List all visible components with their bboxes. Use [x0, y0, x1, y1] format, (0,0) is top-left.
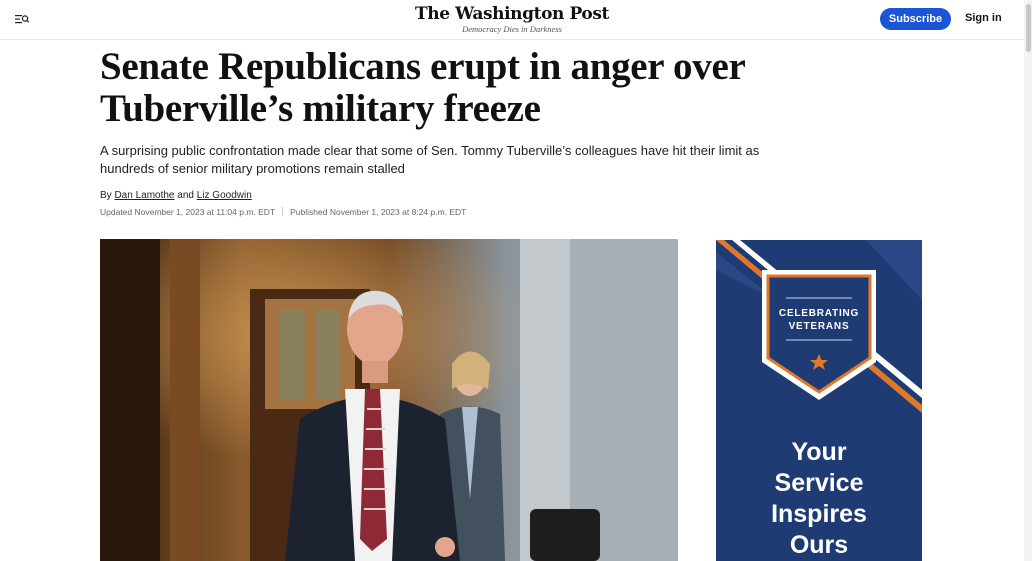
advertisement-banner[interactable]: CELEBRATING VETERANS Your Service Inspir… — [716, 240, 922, 561]
headline-line-2: Tuberville’s military freeze — [100, 87, 541, 130]
updated-timestamp: Updated November 1, 2023 at 11:04 p.m. E… — [100, 207, 276, 217]
timestamp-divider — [282, 207, 284, 216]
byline-and: and — [177, 190, 194, 201]
headline-line-1: Senate Republicans erupt in anger over — [100, 45, 746, 88]
ad-slogan-line-4: Ours — [790, 531, 848, 559]
lead-photo[interactable] — [100, 239, 678, 561]
scrollbar-thumb[interactable] — [1026, 4, 1031, 52]
article-headline: Senate Republicans erupt in anger over T… — [100, 46, 800, 130]
ad-badge-line-1: CELEBRATING — [779, 308, 859, 319]
subscribe-button[interactable]: Subscribe — [880, 8, 951, 30]
ad-badge-line-2: VETERANS — [789, 321, 850, 332]
ad-slogan-line-2: Service — [775, 469, 864, 497]
byline: By Dan Lamothe and Liz Goodwin — [100, 190, 252, 201]
author-link-dan-lamothe[interactable]: Dan Lamothe — [114, 190, 174, 201]
timestamps: Updated November 1, 2023 at 11:04 p.m. E… — [100, 207, 466, 217]
ad-artwork: CELEBRATING VETERANS Your Service Inspir… — [716, 240, 922, 561]
published-timestamp: Published November 1, 2023 at 8:24 p.m. … — [290, 207, 467, 217]
byline-prefix: By — [100, 190, 112, 201]
brand: The Washington Post Democracy Dies in Da… — [0, 4, 1024, 34]
ad-slogan-line-3: Inspires — [771, 500, 867, 528]
tagline: Democracy Dies in Darkness — [462, 24, 562, 34]
top-navigation-bar: The Washington Post Democracy Dies in Da… — [0, 0, 1024, 40]
sign-in-link[interactable]: Sign in — [965, 12, 1002, 24]
article-dek: A surprising public confrontation made c… — [100, 143, 760, 176]
author-link-liz-goodwin[interactable]: Liz Goodwin — [197, 190, 252, 201]
ad-slogan-line-1: Your — [791, 438, 846, 466]
menu-search-icon[interactable] — [14, 11, 30, 27]
page-scrollbar[interactable] — [1024, 0, 1032, 561]
masthead-logo[interactable]: The Washington Post — [415, 4, 609, 24]
lead-photo-illustration — [100, 239, 678, 561]
